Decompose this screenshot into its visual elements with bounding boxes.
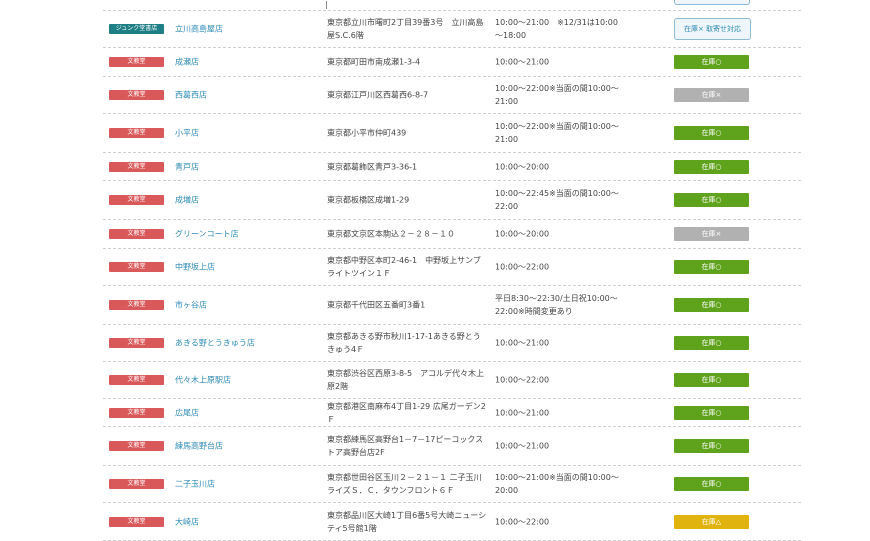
- table-row: 文教堂 西葛西店 東京都江戸川区西葛西6-8-7 10:00～22:00※当面の間10…: [103, 77, 801, 114]
- store-rows: ジュンク堂書店 立川高島屋店 東京都立川市曙町2丁目39番3号 立川高島屋S.C.6…: [103, 11, 801, 541]
- table-row: 文教堂 成増店 東京都板橋区成増1-29 10:00～22:45※当面の間10:00～…: [103, 181, 801, 220]
- stock-status-button[interactable]: 在庫○: [674, 405, 749, 420]
- store-hours: 10:00～21:00: [495, 408, 550, 417]
- store-name-link[interactable]: 二子玉川店: [175, 479, 215, 490]
- table-row: 文教堂 小平店 東京都小平市仲町439 10:00～22:00※当面の間10:00～2…: [103, 114, 801, 153]
- store-brand-badge: 文教堂: [109, 300, 164, 310]
- table-row: 文教堂 大崎店 東京都品川区大崎1丁目6番5号大崎ニューシティ5号館1階 10:00～…: [103, 503, 801, 541]
- store-address: 東京都立川市曙町2丁目39番3号 立川高島屋S.C.6階: [327, 18, 484, 40]
- store-name-link[interactable]: グリーンコート店: [175, 229, 239, 240]
- store-hours: 10:00～22:00※当面の間10:00～21:00: [495, 84, 619, 106]
- store-hours: 10:00～22:00: [495, 375, 550, 385]
- store-brand-badge: 文教堂: [109, 479, 164, 489]
- previous-row-fragment: |: [103, 0, 801, 11]
- stock-status-button[interactable]: 在庫○: [674, 336, 749, 350]
- store-address: 東京都世田谷区玉川２－２１－１ 二子玉川ライズＳ．Ｃ．タウンフロント６Ｆ: [327, 473, 482, 495]
- store-name-link[interactable]: あきる野とうきゅう店: [175, 338, 255, 349]
- store-address: 東京都練馬区高野台1－7－17ピーコックストア高野台店2F: [327, 435, 484, 457]
- table-row: 文教堂 中野坂上店 東京都中野区本町2-46-1 中野坂上サンブライトツイン１Ｆ 10…: [103, 249, 801, 286]
- stock-status-button[interactable]: 在庫○: [674, 193, 749, 207]
- store-hours: 10:00～21:00 ※12/31は10:00～18:00: [495, 18, 618, 40]
- table-row: 文教堂 広尾店 東京都港区南麻布4丁目1-29 広尾ガーデン2Ｆ 10:00～21:0…: [103, 399, 801, 427]
- store-address: 東京都小平市仲町439: [327, 128, 407, 138]
- store-hours: 10:00～20:00: [495, 229, 550, 239]
- store-address: 東京都葛飾区青戸3-36-1: [327, 162, 418, 171]
- store-address: 東京都板橋区成増1-29: [327, 195, 410, 205]
- store-brand-badge: 文教堂: [109, 229, 164, 239]
- store-hours: 10:00～20:00: [495, 162, 550, 171]
- store-name-link[interactable]: 成増店: [175, 195, 199, 206]
- store-address: 東京都町田市南成瀬1-3-4: [327, 57, 421, 67]
- store-brand-badge: 文教堂: [109, 338, 164, 348]
- store-name-link[interactable]: 代々木上原駅店: [175, 375, 231, 386]
- store-hours: 10:00～22:00※当面の間10:00～21:00: [495, 122, 619, 144]
- store-brand-badge: 文教堂: [109, 375, 164, 385]
- table-row: 文教堂 成瀬店 東京都町田市南成瀬1-3-4 10:00～21:00 在庫○: [103, 48, 801, 77]
- stock-status-button[interactable]: 在庫○: [674, 477, 749, 491]
- stock-status-button[interactable]: 在庫○: [674, 159, 749, 174]
- store-brand-badge: 文教堂: [109, 128, 164, 138]
- previous-row-button-fragment: [674, 0, 750, 5]
- store-address: 東京都文京区本駒込２－２８－１０: [327, 229, 455, 239]
- store-name-link[interactable]: 成瀬店: [175, 57, 199, 68]
- store-address: 東京都中野区本町2-46-1 中野坂上サンブライトツイン１Ｆ: [327, 256, 481, 278]
- stock-status-button[interactable]: 在庫○: [674, 260, 749, 274]
- store-name-link[interactable]: 西葛西店: [175, 90, 207, 101]
- store-name-link[interactable]: 大崎店: [175, 516, 199, 527]
- store-name-link[interactable]: 市ヶ谷店: [175, 300, 207, 311]
- store-brand-badge: 文教堂: [109, 57, 164, 67]
- stock-status-button[interactable]: 在庫×: [674, 88, 749, 102]
- table-row: ジュンク堂書店 立川高島屋店 東京都立川市曙町2丁目39番3号 立川高島屋S.C.6…: [103, 11, 801, 48]
- stock-status-button[interactable]: 在庫× 取寄せ対応: [674, 18, 751, 40]
- stock-status-button[interactable]: 在庫○: [674, 439, 749, 453]
- store-brand-badge: 文教堂: [109, 407, 164, 418]
- store-name-link[interactable]: 広尾店: [175, 407, 199, 418]
- store-name-link[interactable]: 小平店: [175, 128, 199, 139]
- store-stock-table: | ジュンク堂書店 立川高島屋店 東京都立川市曙町2丁目39番3号 立川高島屋S.C…: [103, 0, 801, 541]
- stock-status-button[interactable]: 在庫○: [674, 373, 749, 387]
- stock-status-button[interactable]: 在庫○: [674, 126, 749, 140]
- store-hours: 10:00～21:00: [495, 338, 550, 348]
- store-hours: 10:00～22:45※当面の間10:00～22:00: [495, 189, 619, 211]
- table-row: 文教堂 グリーンコート店 東京都文京区本駒込２－２８－１０ 10:00～20:00 在庫…: [103, 220, 801, 249]
- store-brand-badge: 文教堂: [109, 90, 164, 100]
- store-address: 東京都港区南麻布4丁目1-29 広尾ガーデン2Ｆ: [327, 401, 486, 424]
- store-name-link[interactable]: 中野坂上店: [175, 262, 215, 273]
- stock-status-button[interactable]: 在庫○: [674, 55, 749, 69]
- table-row: 文教堂 あきる野とうきゅう店 東京都あきる野市秋川1-17-1あきる野とうきゅう4Ｆ…: [103, 325, 801, 362]
- store-name-link[interactable]: 青戸店: [175, 161, 199, 172]
- stock-status-button[interactable]: 在庫△: [674, 514, 749, 529]
- table-row: 文教堂 練馬高野台店 東京都練馬区高野台1－7－17ピーコックストア高野台店2F 10…: [103, 427, 801, 466]
- store-address: 東京都あきる野市秋川1-17-1あきる野とうきゅう4Ｆ: [327, 332, 481, 354]
- store-brand-badge: 文教堂: [109, 262, 164, 272]
- store-name-link[interactable]: 練馬高野台店: [175, 441, 223, 452]
- store-hours: 10:00～21:00※当面の間10:00～20:00: [495, 473, 619, 495]
- store-brand-badge: 文教堂: [109, 195, 164, 205]
- table-row: 文教堂 二子玉川店 東京都世田谷区玉川２－２１－１ 二子玉川ライズＳ．Ｃ．タウンフロ…: [103, 466, 801, 503]
- store-brand-badge: 文教堂: [109, 516, 164, 527]
- store-hours: 10:00～22:00: [495, 262, 550, 272]
- stock-status-button[interactable]: 在庫×: [674, 227, 749, 241]
- store-address: 東京都渋谷区西原3-8-5 アコルデ代々木上原2階: [327, 369, 485, 391]
- table-row: 文教堂 青戸店 東京都葛飾区青戸3-36-1 10:00～20:00 在庫○: [103, 153, 801, 181]
- stock-status-button[interactable]: 在庫○: [674, 298, 749, 312]
- store-hours: 10:00～21:00: [495, 441, 550, 451]
- store-hours: 10:00～22:00: [495, 517, 550, 526]
- previous-row-stub: |: [325, 0, 328, 9]
- store-address: 東京都江戸川区西葛西6-8-7: [327, 90, 429, 100]
- store-hours: 10:00～21:00: [495, 57, 550, 67]
- store-brand-badge: 文教堂: [109, 441, 164, 451]
- table-row: 文教堂 代々木上原駅店 東京都渋谷区西原3-8-5 アコルデ代々木上原2階 10:00…: [103, 362, 801, 399]
- store-name-link[interactable]: 立川高島屋店: [175, 24, 223, 35]
- table-row: 文教堂 市ヶ谷店 東京都千代田区五番町3番1 平日8:30～22:30/土日祝10:0…: [103, 286, 801, 325]
- store-address: 東京都千代田区五番町3番1: [327, 300, 426, 310]
- store-brand-badge: ジュンク堂書店: [109, 24, 164, 34]
- store-address: 東京都品川区大崎1丁目6番5号大崎ニューシティ5号館1階: [327, 510, 487, 533]
- store-brand-badge: 文教堂: [109, 161, 164, 172]
- store-hours: 平日8:30～22:30/土日祝10:00～22:00※時間変更あり: [495, 294, 618, 316]
